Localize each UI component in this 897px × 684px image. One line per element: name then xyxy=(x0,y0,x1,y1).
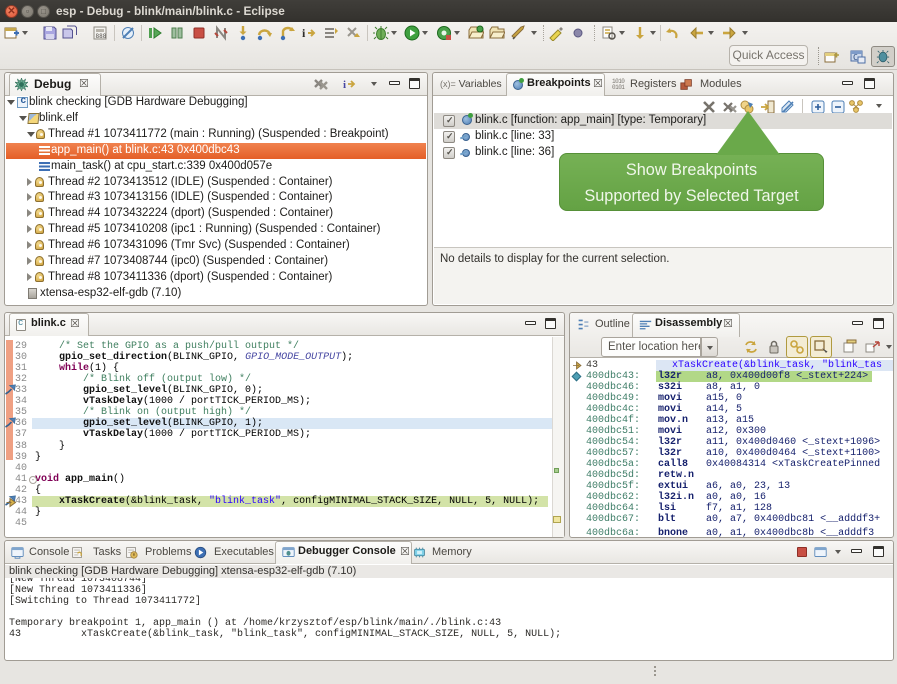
svg-text:C: C xyxy=(853,53,858,62)
svg-text:i: i xyxy=(302,26,306,40)
svg-text:i: i xyxy=(343,79,346,91)
svg-text:888: 888 xyxy=(96,33,107,40)
